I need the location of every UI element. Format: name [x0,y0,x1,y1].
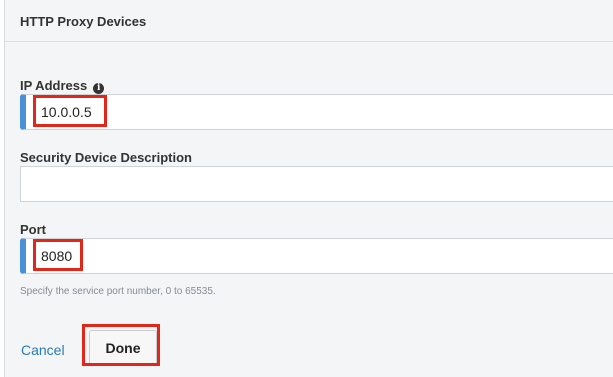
panel-header: HTTP Proxy Devices [5,0,613,42]
security-device-description-label: Security Device Description [20,150,192,165]
port-highlight-box [33,239,83,271]
ip-address-label-text: IP Address [20,78,88,93]
info-icon[interactable]: i [93,83,105,94]
cancel-button[interactable]: Cancel [21,342,65,358]
done-highlight-box [82,324,160,366]
ip-address-highlight-box [33,95,107,127]
port-hint: Specify the service port number, 0 to 65… [20,286,216,297]
http-proxy-devices-panel: HTTP Proxy Devices IP Address i 10.0.0.5 … [4,0,613,377]
ip-address-label: IP Address i [20,78,105,94]
security-device-description-input[interactable] [20,166,613,202]
port-label: Port [20,222,46,237]
port-input[interactable]: 8080 [20,238,613,274]
page-title: HTTP Proxy Devices [20,14,147,29]
ip-address-input[interactable]: 10.0.0.5 [20,94,613,130]
